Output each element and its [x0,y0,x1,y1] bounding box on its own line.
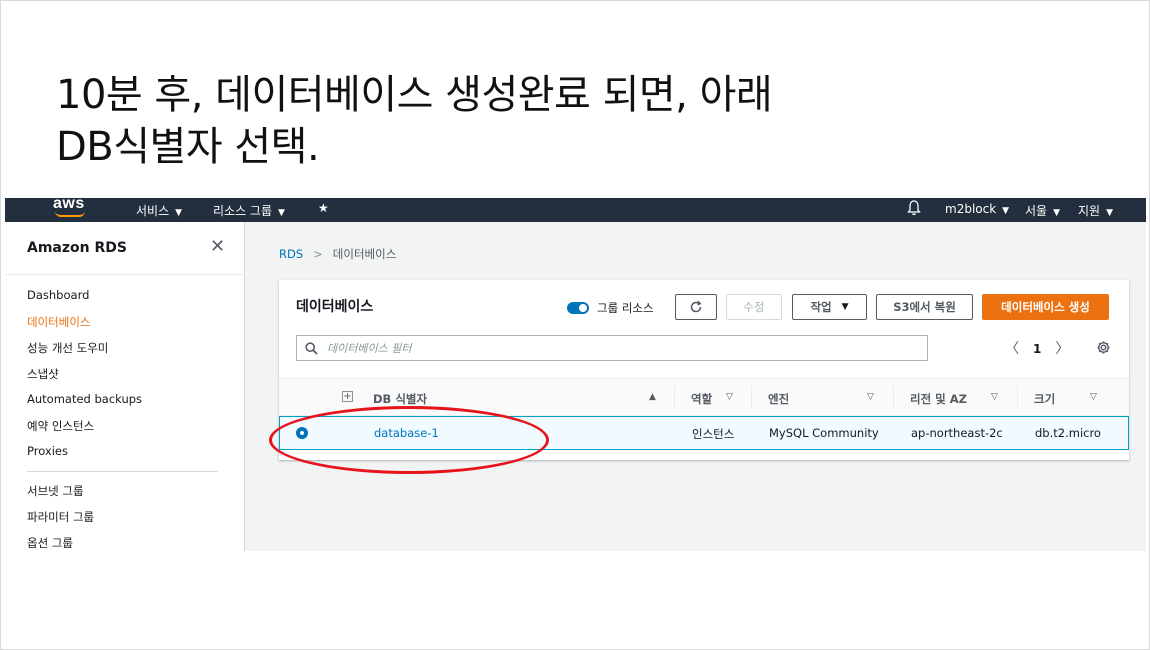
search-icon [305,342,318,355]
restore-from-s3-button[interactable]: S3에서 복원 [876,294,973,320]
create-database-button[interactable]: 데이터베이스 생성 [982,294,1109,320]
chevron-right-icon: > [313,247,323,261]
column-header-role[interactable]: 역할 [691,391,712,407]
sort-icon[interactable]: ▽ [1090,392,1097,402]
chevron-down-icon: ▼ [175,208,183,218]
sidebar-item-parameter-groups[interactable]: 파라미터 그룹 [27,509,94,525]
resource-groups-menu-label: 리소스 그룹 [213,204,273,218]
chevron-down-icon: ▼ [1106,208,1114,218]
caret-down-icon: ▼ [841,302,849,312]
bell-icon[interactable] [907,200,921,216]
actions-button-label: 작업 [810,300,832,314]
account-menu-label: m2block [945,202,997,216]
cell-size: db.t2.micro [1035,426,1101,440]
slide: 10분 후, 데이터베이스 생성완료 되면, 아래 DB식별자 선택. aws … [0,0,1150,650]
close-icon[interactable]: ✕ [210,236,225,257]
cell-role: 인스턴스 [692,427,735,441]
sidebar-item-proxies[interactable]: Proxies [27,444,68,458]
sidebar-item-option-groups[interactable]: 옵션 그룹 [27,535,73,551]
main-content: RDS > 데이터베이스 데이터베이스 그룹 리소스 수정 작업 ▼ S3에서 복원 … [246,222,1146,551]
sort-icon[interactable]: ▽ [726,392,733,402]
sidebar-divider [27,471,218,472]
chevron-left-icon[interactable]: 〈 [1005,341,1019,357]
aws-logo-smile-icon [55,211,85,217]
sidebar-divider [5,274,245,275]
refresh-button[interactable] [675,294,717,320]
top-navigation-bar: aws 서비스 ▼ 리소스 그룹 ▼ ★ m2block ▼ 서울 ▼ 지원 ▼ [5,198,1146,222]
sidebar-item-automated-backups[interactable]: Automated backups [27,392,142,406]
sort-ascending-icon[interactable]: ▲ [649,392,656,402]
pagination: 〈 1 〉 [1005,338,1069,358]
chevron-down-icon: ▼ [278,208,285,218]
services-menu[interactable]: 서비스 ▼ [136,202,182,219]
panel-title: 데이터베이스 [296,299,374,315]
database-filter-input[interactable] [327,339,917,357]
column-header-db-identifier[interactable]: DB 식별자 [373,391,427,407]
breadcrumb-current: 데이터베이스 [332,247,397,261]
chevron-down-icon: ▼ [1053,208,1061,218]
column-header-engine[interactable]: 엔진 [768,391,789,407]
support-menu-label: 지원 [1078,204,1101,218]
expand-all-icon[interactable]: + [342,391,353,402]
cell-region-az: ap-northeast-2c [911,426,1003,440]
chevron-right-icon[interactable]: 〉 [1055,341,1069,357]
sidebar: Amazon RDS ✕ Dashboard 데이터베이스 성능 개선 도우미 … [5,222,245,551]
column-divider [893,386,894,408]
database-filter [296,335,928,361]
sidebar-item-databases[interactable]: 데이터베이스 [27,314,90,330]
gear-icon[interactable] [1096,340,1111,355]
sidebar-item-subnet-groups[interactable]: 서브넷 그룹 [27,483,84,499]
group-resources-label: 그룹 리소스 [597,301,654,315]
column-header-region-az[interactable]: 리전 및 AZ [910,391,967,407]
account-menu[interactable]: m2block ▼ [945,202,1009,216]
slide-title-line-1: 10분 후, 데이터베이스 생성완료 되면, 아래 [56,72,773,118]
sort-icon[interactable]: ▽ [867,392,874,402]
chevron-down-icon: ▼ [1002,206,1010,216]
current-page[interactable]: 1 [1033,342,1041,356]
cell-engine: MySQL Community [769,426,879,440]
column-divider [1017,386,1018,408]
annotation-highlight-ellipse [269,406,549,474]
resource-groups-menu[interactable]: 리소스 그룹 ▼ [213,202,285,219]
pin-icon[interactable]: ★ [318,201,329,215]
slide-title: 10분 후, 데이터베이스 생성완료 되면, 아래 DB식별자 선택. [56,69,773,173]
breadcrumb-rds-link[interactable]: RDS [279,247,303,261]
services-menu-label: 서비스 [136,204,170,218]
region-menu-label: 서울 [1025,204,1048,218]
support-menu[interactable]: 지원 ▼ [1078,202,1113,219]
column-divider [751,386,752,408]
breadcrumb: RDS > 데이터베이스 [279,246,396,262]
column-divider [674,386,675,408]
console-screenshot: aws 서비스 ▼ 리소스 그룹 ▼ ★ m2block ▼ 서울 ▼ 지원 ▼ Amaz… [5,198,1146,551]
sort-icon[interactable]: ▽ [991,392,998,402]
refresh-icon [690,300,702,313]
sidebar-item-performance-insights[interactable]: 성능 개선 도우미 [27,340,108,356]
column-header-size[interactable]: 크기 [1034,391,1055,407]
slide-title-line-2: DB식별자 선택. [56,124,320,170]
sidebar-item-reserved-instances[interactable]: 예약 인스턴스 [27,418,94,434]
actions-button[interactable]: 작업 ▼ [792,294,867,320]
sidebar-item-snapshots[interactable]: 스냅샷 [27,366,59,382]
sidebar-item-dashboard[interactable]: Dashboard [27,288,89,302]
sidebar-title: Amazon RDS [27,240,127,256]
group-resources-toggle[interactable] [567,302,589,314]
region-menu[interactable]: 서울 ▼ [1025,202,1060,219]
modify-button[interactable]: 수정 [726,294,782,320]
